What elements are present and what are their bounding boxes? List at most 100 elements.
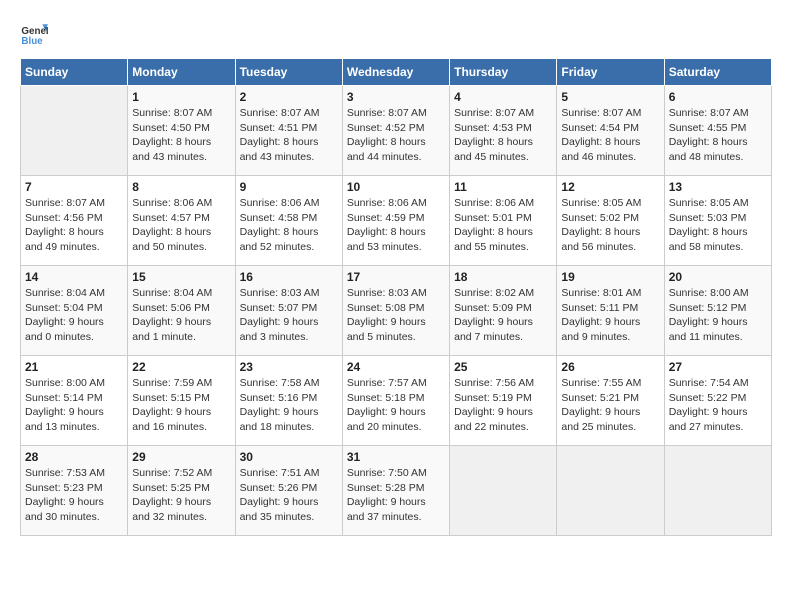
svg-text:Blue: Blue	[21, 36, 43, 47]
calendar-table: SundayMondayTuesdayWednesdayThursdayFrid…	[20, 58, 772, 536]
calendar-cell: 18Sunrise: 8:02 AM Sunset: 5:09 PM Dayli…	[450, 266, 557, 356]
day-info: Sunrise: 8:07 AM Sunset: 4:55 PM Dayligh…	[669, 106, 767, 165]
calendar-cell: 1 Sunrise: 8:07 AM Sunset: 4:50 PM Daylig…	[128, 86, 235, 176]
day-info: Sunrise: 7:51 AM Sunset: 5:26 PM Dayligh…	[240, 466, 338, 525]
day-info: Sunrise: 8:06 AM Sunset: 5:01 PM Dayligh…	[454, 196, 552, 255]
week-row-0: 1 Sunrise: 8:07 AM Sunset: 4:50 PM Daylig…	[21, 86, 772, 176]
calendar-cell: 14Sunrise: 8:04 AM Sunset: 5:04 PM Dayli…	[21, 266, 128, 356]
day-info: Sunrise: 7:59 AM Sunset: 5:15 PM Dayligh…	[132, 376, 230, 435]
day-info: Sunrise: 8:05 AM Sunset: 5:03 PM Dayligh…	[669, 196, 767, 255]
day-info: Sunrise: 8:03 AM Sunset: 5:08 PM Dayligh…	[347, 286, 445, 345]
day-number: 18	[454, 270, 552, 284]
calendar-cell: 28 Sunrise: 7:53 AM Sunset: 5:23 PM Dayli…	[21, 446, 128, 536]
day-info: Sunrise: 8:07 AM Sunset: 4:51 PM Dayligh…	[240, 106, 338, 165]
day-number: 10	[347, 180, 445, 194]
calendar-cell: 21 Sunrise: 8:00 AM Sunset: 5:14 PM Dayli…	[21, 356, 128, 446]
day-header-saturday: Saturday	[664, 59, 771, 86]
calendar-cell: 13 Sunrise: 8:05 AM Sunset: 5:03 PM Dayli…	[664, 176, 771, 266]
day-info: Sunrise: 7:53 AM Sunset: 5:23 PM Dayligh…	[25, 466, 123, 525]
week-row-1: 7Sunrise: 8:07 AM Sunset: 4:56 PM Daylig…	[21, 176, 772, 266]
day-info: Sunrise: 7:52 AM Sunset: 5:25 PM Dayligh…	[132, 466, 230, 525]
day-number: 29	[132, 450, 230, 464]
day-number: 6	[669, 90, 767, 104]
day-info: Sunrise: 8:00 AM Sunset: 5:14 PM Dayligh…	[25, 376, 123, 435]
calendar-cell: 30Sunrise: 7:51 AM Sunset: 5:26 PM Dayli…	[235, 446, 342, 536]
day-info: Sunrise: 8:06 AM Sunset: 4:57 PM Dayligh…	[132, 196, 230, 255]
calendar-cell: 22 Sunrise: 7:59 AM Sunset: 5:15 PM Dayli…	[128, 356, 235, 446]
calendar-cell: 27 Sunrise: 7:54 AM Sunset: 5:22 PM Dayli…	[664, 356, 771, 446]
day-info: Sunrise: 8:06 AM Sunset: 4:59 PM Dayligh…	[347, 196, 445, 255]
calendar-cell	[664, 446, 771, 536]
day-info: Sunrise: 8:00 AM Sunset: 5:12 PM Dayligh…	[669, 286, 767, 345]
day-info: Sunrise: 8:06 AM Sunset: 4:58 PM Dayligh…	[240, 196, 338, 255]
day-number: 4	[454, 90, 552, 104]
day-info: Sunrise: 7:55 AM Sunset: 5:21 PM Dayligh…	[561, 376, 659, 435]
calendar-cell: 15 Sunrise: 8:04 AM Sunset: 5:06 PM Dayli…	[128, 266, 235, 356]
logo: General Blue	[20, 20, 48, 48]
day-number: 15	[132, 270, 230, 284]
day-header-friday: Friday	[557, 59, 664, 86]
calendar-cell: 2 Sunrise: 8:07 AM Sunset: 4:51 PM Daylig…	[235, 86, 342, 176]
day-number: 2	[240, 90, 338, 104]
calendar-cell: 17 Sunrise: 8:03 AM Sunset: 5:08 PM Dayli…	[342, 266, 449, 356]
day-number: 20	[669, 270, 767, 284]
week-row-2: 14Sunrise: 8:04 AM Sunset: 5:04 PM Dayli…	[21, 266, 772, 356]
calendar-cell: 5Sunrise: 8:07 AM Sunset: 4:54 PM Daylig…	[557, 86, 664, 176]
day-number: 5	[561, 90, 659, 104]
day-header-thursday: Thursday	[450, 59, 557, 86]
calendar-cell: 3 Sunrise: 8:07 AM Sunset: 4:52 PM Daylig…	[342, 86, 449, 176]
calendar-cell: 20 Sunrise: 8:00 AM Sunset: 5:12 PM Dayli…	[664, 266, 771, 356]
calendar-cell: 25 Sunrise: 7:56 AM Sunset: 5:19 PM Dayli…	[450, 356, 557, 446]
day-info: Sunrise: 8:07 AM Sunset: 4:50 PM Dayligh…	[132, 106, 230, 165]
calendar-cell	[557, 446, 664, 536]
day-number: 31	[347, 450, 445, 464]
day-number: 7	[25, 180, 123, 194]
day-info: Sunrise: 8:01 AM Sunset: 5:11 PM Dayligh…	[561, 286, 659, 345]
day-number: 25	[454, 360, 552, 374]
day-info: Sunrise: 7:50 AM Sunset: 5:28 PM Dayligh…	[347, 466, 445, 525]
day-header-sunday: Sunday	[21, 59, 128, 86]
calendar-cell: 16 Sunrise: 8:03 AM Sunset: 5:07 PM Dayli…	[235, 266, 342, 356]
day-info: Sunrise: 8:05 AM Sunset: 5:02 PM Dayligh…	[561, 196, 659, 255]
day-number: 1	[132, 90, 230, 104]
day-number: 24	[347, 360, 445, 374]
calendar-cell	[450, 446, 557, 536]
day-number: 22	[132, 360, 230, 374]
day-number: 19	[561, 270, 659, 284]
day-number: 13	[669, 180, 767, 194]
day-number: 3	[347, 90, 445, 104]
calendar-body: 1 Sunrise: 8:07 AM Sunset: 4:50 PM Daylig…	[21, 86, 772, 536]
calendar-cell: 23Sunrise: 7:58 AM Sunset: 5:16 PM Dayli…	[235, 356, 342, 446]
day-header-tuesday: Tuesday	[235, 59, 342, 86]
calendar-cell: 29 Sunrise: 7:52 AM Sunset: 5:25 PM Dayli…	[128, 446, 235, 536]
day-number: 26	[561, 360, 659, 374]
day-info: Sunrise: 7:54 AM Sunset: 5:22 PM Dayligh…	[669, 376, 767, 435]
calendar-cell: 12Sunrise: 8:05 AM Sunset: 5:02 PM Dayli…	[557, 176, 664, 266]
day-number: 21	[25, 360, 123, 374]
calendar-cell: 10 Sunrise: 8:06 AM Sunset: 4:59 PM Dayli…	[342, 176, 449, 266]
calendar-cell: 6 Sunrise: 8:07 AM Sunset: 4:55 PM Daylig…	[664, 86, 771, 176]
day-number: 28	[25, 450, 123, 464]
day-number: 16	[240, 270, 338, 284]
day-number: 9	[240, 180, 338, 194]
calendar-cell: 7Sunrise: 8:07 AM Sunset: 4:56 PM Daylig…	[21, 176, 128, 266]
calendar-cell: 4 Sunrise: 8:07 AM Sunset: 4:53 PM Daylig…	[450, 86, 557, 176]
day-number: 11	[454, 180, 552, 194]
calendar-cell: 11 Sunrise: 8:06 AM Sunset: 5:01 PM Dayli…	[450, 176, 557, 266]
day-number: 23	[240, 360, 338, 374]
page-header: General Blue	[20, 20, 772, 48]
day-info: Sunrise: 8:03 AM Sunset: 5:07 PM Dayligh…	[240, 286, 338, 345]
week-row-3: 21 Sunrise: 8:00 AM Sunset: 5:14 PM Dayli…	[21, 356, 772, 446]
day-header-wednesday: Wednesday	[342, 59, 449, 86]
day-info: Sunrise: 8:07 AM Sunset: 4:52 PM Dayligh…	[347, 106, 445, 165]
day-info: Sunrise: 8:04 AM Sunset: 5:04 PM Dayligh…	[25, 286, 123, 345]
calendar-cell: 24Sunrise: 7:57 AM Sunset: 5:18 PM Dayli…	[342, 356, 449, 446]
day-info: Sunrise: 8:04 AM Sunset: 5:06 PM Dayligh…	[132, 286, 230, 345]
week-row-4: 28 Sunrise: 7:53 AM Sunset: 5:23 PM Dayli…	[21, 446, 772, 536]
calendar-cell: 9 Sunrise: 8:06 AM Sunset: 4:58 PM Daylig…	[235, 176, 342, 266]
day-number: 8	[132, 180, 230, 194]
day-info: Sunrise: 8:07 AM Sunset: 4:53 PM Dayligh…	[454, 106, 552, 165]
day-number: 27	[669, 360, 767, 374]
day-info: Sunrise: 7:56 AM Sunset: 5:19 PM Dayligh…	[454, 376, 552, 435]
day-number: 17	[347, 270, 445, 284]
